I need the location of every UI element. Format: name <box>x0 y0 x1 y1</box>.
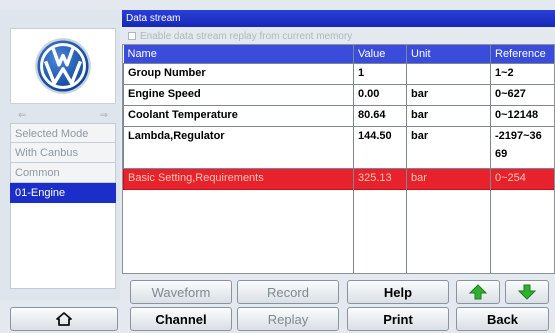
cell-reference-line1: -2197~36 <box>495 129 542 142</box>
replay-checkbox[interactable] <box>128 32 136 40</box>
cell-reference-line2: 69 <box>495 147 508 160</box>
back-button[interactable]: Back <box>456 307 549 331</box>
left-arrow-icon[interactable]: ⇐ <box>18 110 26 121</box>
home-icon <box>56 312 72 326</box>
header-reference: Reference <box>490 45 554 63</box>
cell-reference: 0~254 <box>490 167 554 190</box>
header-unit: Unit <box>406 45 491 63</box>
home-button[interactable] <box>10 307 118 331</box>
print-button[interactable]: Print <box>347 307 449 331</box>
channel-button[interactable]: Channel <box>130 307 232 331</box>
mode-item-common[interactable]: Common <box>10 163 116 183</box>
column-divider <box>353 45 354 273</box>
cell-name: Engine Speed <box>123 83 354 106</box>
replay-option-label: Enable data stream replay from current m… <box>140 30 353 42</box>
cell-name: Group Number <box>123 62 354 85</box>
cell-unit: bar <box>406 83 491 106</box>
header-value: Value <box>353 45 407 63</box>
mode-list: Selected Mode With Canbus Common 01-Engi… <box>10 123 116 289</box>
brand-logo <box>10 28 116 104</box>
data-table: Name Value Unit Reference Group Number 1… <box>122 44 555 274</box>
header-name: Name <box>123 45 354 63</box>
cell-reference: 1~2 <box>490 62 554 85</box>
column-divider <box>490 45 491 273</box>
mode-list-empty-area <box>10 203 116 289</box>
scroll-up-button[interactable] <box>456 280 500 304</box>
arrow-up-icon <box>469 284 487 300</box>
cell-unit: bar <box>406 167 491 190</box>
vw-logo-icon <box>35 38 91 94</box>
nav-arrows: ⇐ ⇒ <box>10 108 116 122</box>
mode-item-engine[interactable]: 01-Engine <box>10 183 116 203</box>
cell-name: Basic Setting,Requirements <box>123 167 354 190</box>
cell-value: 80.64 <box>353 104 407 127</box>
cell-unit <box>406 62 491 85</box>
cell-reference: 0~12148 <box>490 104 554 127</box>
cell-reference: 0~627 <box>490 83 554 106</box>
record-button[interactable]: Record <box>237 280 339 304</box>
arrow-down-icon <box>518 284 536 300</box>
waveform-button[interactable]: Waveform <box>130 280 232 304</box>
right-arrow-icon[interactable]: ⇒ <box>100 110 108 121</box>
cell-value: 0.00 <box>353 83 407 106</box>
cell-value: 1 <box>353 62 407 85</box>
cell-unit: bar <box>406 125 491 169</box>
help-button[interactable]: Help <box>347 280 449 304</box>
mode-item-selected-mode[interactable]: Selected Mode <box>10 123 116 143</box>
cell-unit: bar <box>406 104 491 127</box>
mode-item-with-canbus[interactable]: With Canbus <box>10 143 116 163</box>
window-title: Data stream <box>122 10 555 27</box>
cell-reference: -2197~36 69 <box>490 125 554 169</box>
scroll-down-button[interactable] <box>505 280 549 304</box>
column-divider <box>406 45 407 273</box>
cell-name: Coolant Temperature <box>123 104 354 127</box>
cell-value: 144.50 <box>353 125 407 169</box>
left-panel: ⇐ ⇒ Selected Mode With Canbus Common 01-… <box>0 10 120 300</box>
cell-name: Lambda,Regulator <box>123 125 354 169</box>
replay-option[interactable]: Enable data stream replay from current m… <box>122 28 555 44</box>
cell-value: 325.13 <box>353 167 407 190</box>
replay-button[interactable]: Replay <box>237 307 339 331</box>
